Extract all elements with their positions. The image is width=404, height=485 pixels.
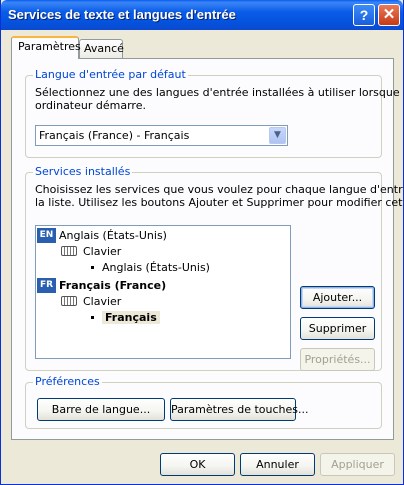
bullet-icon — [91, 315, 94, 319]
installed-services-group: Services installés Choisissez les servic… — [25, 165, 403, 371]
tree-item-english-layout[interactable]: Anglais (États-Unis) — [91, 260, 210, 276]
installed-services-description-2: la liste. Utilisez les boutons Ajouter e… — [35, 196, 404, 209]
default-language-select-value: Français (France) - Français — [39, 129, 190, 142]
tree-item-english-keyboard[interactable]: Clavier — [61, 244, 121, 260]
tree-item-label: Anglais (États-Unis) — [102, 261, 210, 274]
cancel-button[interactable]: Annuler — [240, 453, 315, 476]
tab-panel-parametres: Langue d'entrée par défaut Sélectionnez … — [11, 58, 403, 440]
tree-item-label: Clavier — [83, 245, 122, 258]
keyboard-icon — [61, 246, 77, 256]
tree-item-label: Anglais (États-Unis) — [59, 229, 167, 242]
close-button[interactable]: ✕ — [378, 4, 400, 26]
tab-strip: Paramètres Avancé — [11, 36, 311, 59]
key-settings-button[interactable]: Paramètres de touches... — [170, 398, 308, 421]
installed-services-group-label: Services installés — [33, 165, 133, 178]
default-language-description-2: ordinateur démarre. — [35, 99, 146, 112]
ok-button[interactable]: OK — [160, 453, 235, 476]
preferences-group: Préférences Barre de langue... Paramètre… — [25, 375, 382, 429]
tree-item-label: Clavier — [83, 295, 122, 308]
default-language-select[interactable]: Français (France) - Français ▼ — [35, 125, 288, 146]
default-language-group-label: Langue d'entrée par défaut — [33, 68, 188, 81]
default-language-group: Langue d'entrée par défaut Sélectionnez … — [25, 68, 403, 158]
tab-parametres[interactable]: Paramètres — [11, 36, 81, 59]
remove-button[interactable]: Supprimer — [300, 317, 375, 340]
services-tree[interactable]: EN Anglais (États-Unis) Clavier Anglais (… — [35, 225, 291, 359]
keyboard-icon — [61, 296, 77, 306]
preferences-group-label: Préférences — [33, 375, 102, 388]
properties-button[interactable]: Propriétés... — [300, 348, 375, 371]
add-button[interactable]: Ajouter... — [300, 286, 375, 309]
apply-button[interactable]: Appliquer — [320, 453, 395, 476]
window-title: Services de texte et langues d'entrée — [8, 7, 236, 22]
tree-item-english-language[interactable]: EN Anglais (États-Unis) — [37, 228, 167, 244]
tree-item-french-keyboard[interactable]: Clavier — [61, 294, 121, 310]
language-badge-en: EN — [37, 228, 56, 243]
installed-services-description-1: Choisissez les services que vous voulez … — [35, 183, 404, 196]
dialog-window: Services de texte et langues d'entrée ? … — [0, 0, 404, 485]
tree-item-french-layout[interactable]: Français — [91, 310, 160, 326]
bullet-icon — [91, 265, 94, 269]
tree-item-label: Français (France) — [59, 279, 167, 292]
language-badge-fr: FR — [37, 278, 56, 293]
language-bar-button[interactable]: Barre de langue... — [37, 398, 165, 421]
help-button[interactable]: ? — [353, 4, 375, 26]
default-language-description-1: Sélectionnez une des langues d'entrée in… — [35, 86, 404, 99]
tab-avance[interactable]: Avancé — [79, 39, 124, 58]
chevron-down-icon[interactable]: ▼ — [269, 127, 286, 144]
tree-item-label-selected: Français — [102, 311, 160, 324]
title-bar[interactable]: Services de texte et langues d'entrée ? … — [1, 0, 403, 30]
tree-item-french-language[interactable]: FR Français (France) — [37, 278, 166, 294]
